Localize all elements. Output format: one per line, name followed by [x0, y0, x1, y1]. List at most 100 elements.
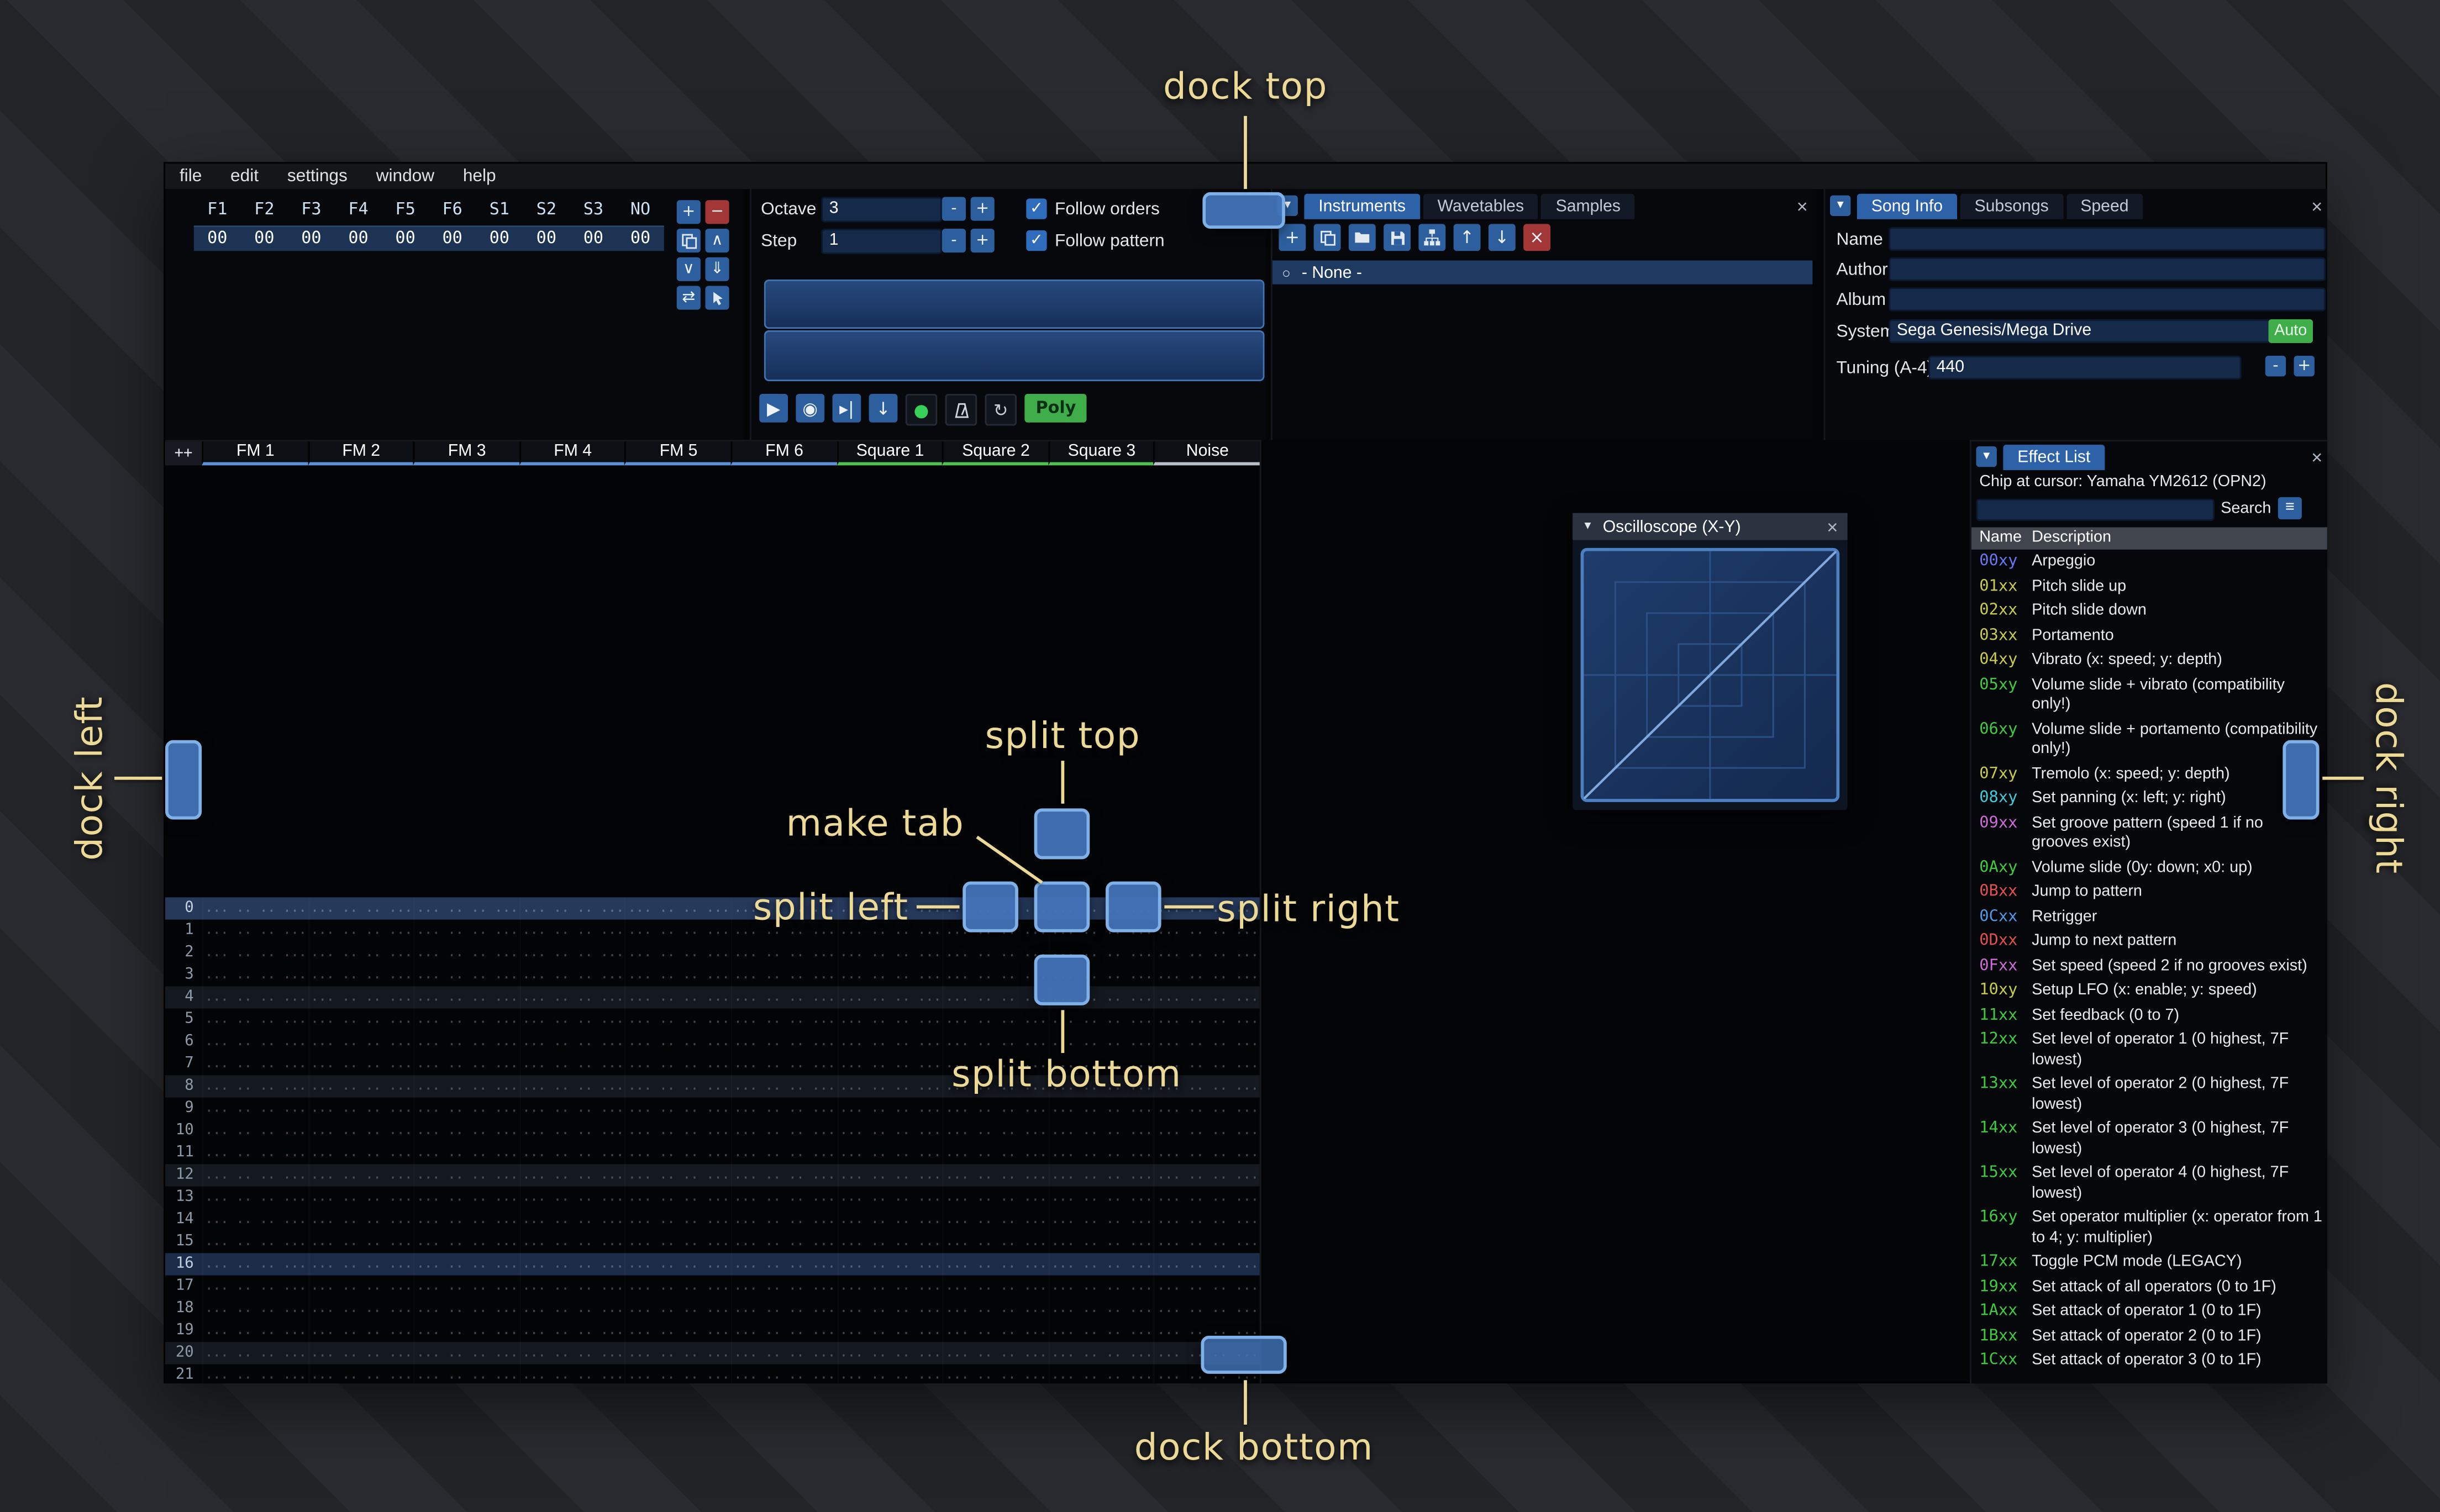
order-cell[interactable]: 00 [429, 227, 476, 251]
pattern-cell[interactable]: ... .. .. ... [730, 1320, 836, 1342]
pattern-cell[interactable]: ... .. .. ... [730, 986, 836, 1008]
pattern-cell[interactable]: ... .. .. ... [1154, 1342, 1259, 1364]
tuning-input[interactable]: 440 [1928, 356, 2242, 380]
pattern-cell[interactable]: ... .. .. ... [413, 1142, 519, 1164]
effect-row[interactable]: 00xy Arpeggio [1971, 551, 2327, 576]
effect-row[interactable]: 04xy Vibrato (x: speed; y: depth) [1971, 650, 2327, 675]
pattern-row[interactable]: 7... .. .. ...... .. .. ...... .. .. ...… [165, 1053, 1260, 1075]
pattern-cell[interactable]: ... .. .. ... [519, 1276, 624, 1298]
pattern-cell[interactable]: ... .. .. ... [202, 1320, 307, 1342]
pattern-cell[interactable]: ... .. .. ... [625, 1164, 730, 1186]
add-order-button[interactable]: + [676, 200, 701, 224]
effect-row[interactable]: 01xx Pitch slide up [1971, 576, 2327, 600]
pattern-cell[interactable]: ... .. .. ... [413, 1276, 519, 1298]
effect-row[interactable]: 07xy Tremolo (x: speed; y: depth) [1971, 763, 2327, 788]
pattern-cell[interactable]: ... .. .. ... [202, 942, 307, 964]
pattern-cell[interactable]: ... .. .. ... [519, 1120, 624, 1142]
remove-order-button[interactable]: − [705, 200, 729, 224]
pattern-cell[interactable]: ... .. .. ... [1154, 1276, 1259, 1298]
pattern-cell[interactable]: ... .. .. ... [1154, 1209, 1259, 1231]
pattern-row[interactable]: 18... .. .. ...... .. .. ...... .. .. ..… [165, 1298, 1260, 1320]
pattern-row[interactable]: 0... .. .. ...... .. .. ...... .. .. ...… [165, 897, 1260, 920]
effect-row[interactable]: 15xx Set level of operator 4 (0 highest, … [1971, 1163, 2327, 1208]
pattern-cell[interactable]: ... .. .. ... [1154, 1231, 1259, 1253]
pattern-cell[interactable]: ... .. .. ... [308, 1231, 413, 1253]
pattern-cell[interactable]: ... .. .. ... [519, 1187, 624, 1209]
pattern-cell[interactable]: ... .. .. ... [519, 1098, 624, 1120]
pattern-cell[interactable]: ... .. .. ... [942, 1298, 1048, 1320]
pattern-cell[interactable]: ... .. .. ... [837, 1075, 942, 1097]
pattern-cell[interactable]: ... .. .. ... [1154, 1031, 1259, 1053]
pattern-cell[interactable]: ... .. .. ... [1048, 1253, 1154, 1275]
pattern-cell[interactable]: ... .. .. ... [519, 1365, 624, 1383]
pattern-cell[interactable]: ... .. .. ... [625, 1365, 730, 1383]
effect-row[interactable]: 09xx Set groove pattern (speed 1 if no gr… [1971, 813, 2327, 857]
metronome-button[interactable] [945, 394, 977, 426]
pattern-cell[interactable]: ... .. .. ... [730, 1187, 836, 1209]
pattern-cell[interactable]: ... .. .. ... [413, 1120, 519, 1142]
pattern-cell[interactable]: ... .. .. ... [1048, 1098, 1154, 1120]
pattern-cell[interactable]: ... .. .. ... [202, 1075, 307, 1097]
pattern-cell[interactable]: ... .. .. ... [308, 1298, 413, 1320]
menu-file[interactable]: file [165, 167, 216, 186]
menu-settings[interactable]: settings [273, 167, 362, 186]
save-instrument-button[interactable] [1384, 224, 1411, 251]
pattern-cell[interactable]: ... .. .. ... [942, 986, 1048, 1008]
pattern-row[interactable]: 2... .. .. ...... .. .. ...... .. .. ...… [165, 942, 1260, 964]
pattern-cell[interactable]: ... .. .. ... [202, 1009, 307, 1031]
pattern-cell[interactable]: ... .. .. ... [1048, 1298, 1154, 1320]
pattern-row[interactable]: 13... .. .. ...... .. .. ...... .. .. ..… [165, 1187, 1260, 1209]
pattern-cell[interactable]: ... .. .. ... [942, 1075, 1048, 1097]
close-song-info-button[interactable]: × [2311, 196, 2322, 215]
order-cell[interactable]: 00 [523, 227, 570, 251]
pattern-cell[interactable]: ... .. .. ... [942, 1009, 1048, 1031]
pattern-cell[interactable]: ... .. .. ... [942, 1276, 1048, 1298]
pattern-cell[interactable]: ... .. .. ... [202, 1187, 307, 1209]
effect-row[interactable]: 17xx Toggle PCM mode (LEGACY) [1971, 1252, 2327, 1277]
order-edit-mode-button[interactable] [705, 286, 729, 310]
collapse-song-info-button[interactable]: ▼ [1830, 195, 1851, 216]
pattern-cell[interactable]: ... .. .. ... [730, 1098, 836, 1120]
pattern-cell[interactable]: ... .. .. ... [942, 1320, 1048, 1342]
pattern-cell[interactable]: ... .. .. ... [413, 1298, 519, 1320]
play-from-cursor-button[interactable]: ▸| [832, 394, 861, 423]
effect-row[interactable]: 03xx Portamento [1971, 625, 2327, 650]
pattern-cell[interactable]: ... .. .. ... [519, 1009, 624, 1031]
effect-row[interactable]: 12xx Set level of operator 1 (0 highest, … [1971, 1029, 2327, 1074]
pattern-cell[interactable]: ... .. .. ... [1048, 986, 1154, 1008]
pattern-cell[interactable]: ... .. .. ... [1154, 1298, 1259, 1320]
pattern-cell[interactable]: ... .. .. ... [1048, 920, 1154, 942]
repeat-pattern-button[interactable]: ↻ [985, 394, 1017, 426]
pattern-cell[interactable]: ... .. .. ... [1154, 1075, 1259, 1097]
pattern-cell[interactable]: ... .. .. ... [1048, 1009, 1154, 1031]
pattern-cell[interactable]: ... .. .. ... [625, 1187, 730, 1209]
duplicate-instrument-button[interactable] [1313, 224, 1341, 251]
pattern-cell[interactable]: ... .. .. ... [308, 1164, 413, 1186]
pattern-cell[interactable]: ... .. .. ... [413, 1187, 519, 1209]
pattern-cell[interactable]: ... .. .. ... [730, 1031, 836, 1053]
step-row-button[interactable]: ↓ [869, 394, 898, 423]
pattern-cell[interactable]: ... .. .. ... [730, 1298, 836, 1320]
effect-row[interactable]: 13xx Set level of operator 2 (0 highest, … [1971, 1074, 2327, 1119]
pattern-cell[interactable]: ... .. .. ... [1154, 942, 1259, 964]
pattern-cell[interactable]: ... .. .. ... [942, 942, 1048, 964]
pattern-row[interactable]: 5... .. .. ...... .. .. ...... .. .. ...… [165, 1009, 1260, 1031]
pattern-cell[interactable]: ... .. .. ... [837, 1009, 942, 1031]
pattern-row[interactable]: 12... .. .. ...... .. .. ...... .. .. ..… [165, 1164, 1260, 1187]
pattern-row[interactable]: 8... .. .. ...... .. .. ...... .. .. ...… [165, 1075, 1260, 1098]
pattern-row[interactable]: 15... .. .. ...... .. .. ...... .. .. ..… [165, 1231, 1260, 1253]
pattern-cell[interactable]: ... .. .. ... [942, 920, 1048, 942]
pattern-cell[interactable]: ... .. .. ... [202, 1298, 307, 1320]
effect-row[interactable]: 1Cxx Set attack of operator 3 (0 to 1F) [1971, 1350, 2327, 1375]
pattern-cell[interactable]: ... .. .. ... [730, 1164, 836, 1186]
pattern-cell[interactable]: ... .. .. ... [308, 964, 413, 986]
pattern-cell[interactable]: ... .. .. ... [308, 1098, 413, 1120]
pattern-row[interactable]: 21... .. .. ...... .. .. ...... .. .. ..… [165, 1365, 1260, 1384]
pattern-cell[interactable]: ... .. .. ... [625, 1298, 730, 1320]
pattern-cell[interactable]: ... .. .. ... [202, 986, 307, 1008]
pattern-cell[interactable]: ... .. .. ... [625, 1031, 730, 1053]
pattern-cell[interactable]: ... .. .. ... [625, 986, 730, 1008]
pattern-cell[interactable]: ... .. .. ... [625, 920, 730, 942]
order-cell[interactable]: 00 [570, 227, 617, 251]
pattern-cell[interactable]: ... .. .. ... [202, 920, 307, 942]
